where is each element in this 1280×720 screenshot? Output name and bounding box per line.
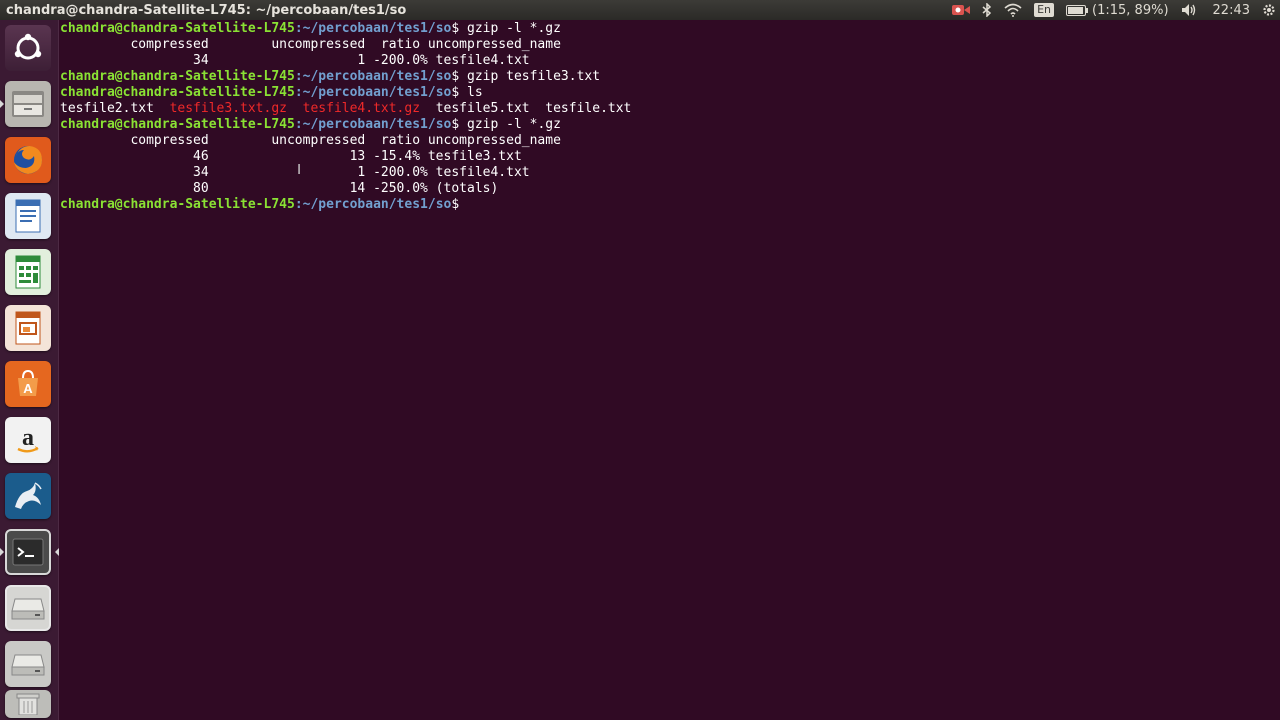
drive-icon[interactable]: [5, 585, 51, 631]
command-text: gzip tesfile3.txt: [459, 69, 601, 84]
battery-icon: [1066, 4, 1089, 16]
terminal-prompt-line: chandra@chandra-Satellite-L745:~/percoba…: [60, 197, 460, 212]
volume-icon[interactable]: [1175, 0, 1203, 20]
running-indicator: [0, 548, 4, 556]
active-indicator: [55, 548, 59, 556]
keyboard-layout-label: En: [1034, 3, 1055, 17]
bluetooth-icon[interactable]: [976, 0, 998, 20]
text-cursor-icon: Ⅰ: [297, 162, 302, 178]
terminal-line: chandra@chandra-Satellite-L745:~/percoba…: [60, 85, 483, 100]
terminal-output: chandra@chandra-Satellite-L745:~/percoba…: [60, 21, 631, 213]
files-icon[interactable]: [0, 81, 51, 127]
terminal-line: 34 1 -200.0% tesfile4.txt: [60, 165, 530, 180]
terminal-line: chandra@chandra-Satellite-L745:~/percoba…: [60, 117, 561, 132]
launcher: A a: [0, 20, 59, 720]
drive-icon-2[interactable]: [5, 641, 51, 687]
writer-icon[interactable]: [5, 193, 51, 239]
ls-file-archive: tesfile3.txt.gz: [169, 101, 287, 116]
running-indicator: [0, 100, 4, 108]
ls-file: tesfile.txt: [545, 101, 632, 116]
firefox-icon[interactable]: [5, 137, 51, 183]
calc-icon[interactable]: [5, 249, 51, 295]
software-center-icon[interactable]: A: [5, 361, 51, 407]
keyboard-layout-indicator[interactable]: En: [1028, 0, 1060, 20]
ls-file: tesfile5.txt: [435, 101, 530, 116]
ls-file-archive: tesfile4.txt.gz: [302, 101, 421, 116]
command-text: gzip -l *.gz: [459, 21, 561, 36]
dash-home-icon[interactable]: [5, 25, 51, 71]
command-text: ls: [459, 85, 483, 100]
wifi-icon[interactable]: [998, 0, 1028, 20]
terminal-line: compressed uncompressed ratio uncompress…: [60, 37, 561, 52]
ls-file: tesfile2.txt: [60, 101, 154, 116]
trash-icon[interactable]: [5, 690, 51, 718]
impress-icon[interactable]: [5, 305, 51, 351]
svg-text:A: A: [23, 381, 33, 396]
window-title: chandra@chandra-Satellite-L745: ~/percob…: [6, 2, 407, 18]
amazon-icon[interactable]: a: [5, 417, 51, 463]
mysql-workbench-icon[interactable]: [5, 473, 51, 519]
indicator-area: En (1:15, 89%) 22:43: [946, 0, 1280, 20]
terminal-icon[interactable]: [0, 529, 59, 575]
terminal-line: chandra@chandra-Satellite-L745:~/percoba…: [60, 21, 561, 36]
terminal-line: 46 13 -15.4% tesfile3.txt: [60, 149, 522, 164]
gear-icon[interactable]: [1260, 0, 1280, 20]
clock[interactable]: 22:43: [1203, 0, 1260, 20]
battery-text: (1:15, 89%): [1092, 2, 1169, 18]
svg-text:a: a: [22, 425, 34, 451]
terminal-line: compressed uncompressed ratio uncompress…: [60, 133, 561, 148]
terminal-line: chandra@chandra-Satellite-L745:~/percoba…: [60, 69, 601, 84]
terminal-line: tesfile2.txt tesfile3.txt.gz tesfile4.tx…: [60, 101, 631, 117]
terminal-line: 34 1 -200.0% tesfile4.txt: [60, 53, 530, 68]
top-panel: chandra@chandra-Satellite-L745: ~/percob…: [0, 0, 1280, 20]
terminal-line: 80 14 -250.0% (totals): [60, 181, 499, 196]
terminal-window[interactable]: chandra@chandra-Satellite-L745:~/percoba…: [60, 20, 1280, 720]
command-text: gzip -l *.gz: [459, 117, 561, 132]
camera-record-icon[interactable]: [946, 0, 976, 20]
battery-indicator[interactable]: (1:15, 89%): [1060, 0, 1175, 20]
